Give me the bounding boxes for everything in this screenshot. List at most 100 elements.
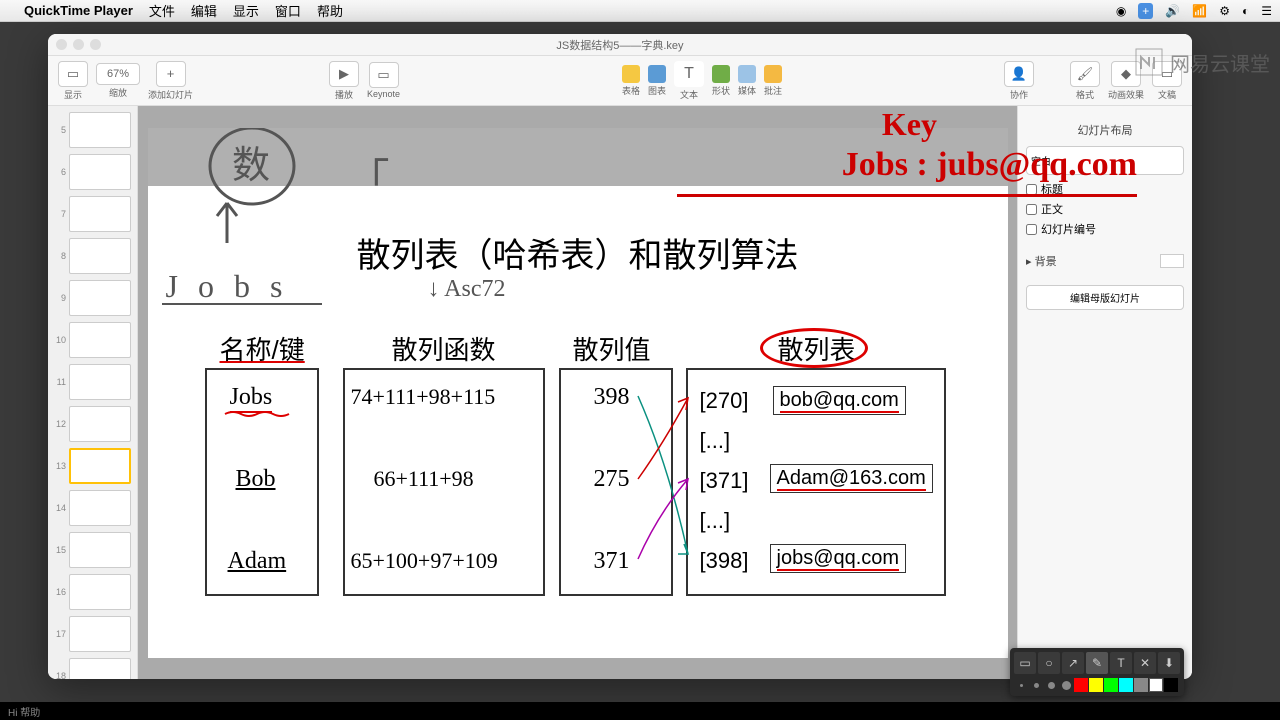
name-adam: Adam <box>228 548 287 575</box>
menu-view[interactable]: 显示 <box>233 1 259 20</box>
slide-thumb-11[interactable] <box>69 364 131 400</box>
traffic-lights <box>56 39 101 50</box>
menubar: QuickTime Player 文件 编辑 显示 窗口 帮助 ◉ + 🔊 📶 … <box>0 0 1280 22</box>
bg-swatch[interactable] <box>1160 254 1184 268</box>
comment-button[interactable] <box>764 65 782 83</box>
idx-0: [270] <box>700 388 749 414</box>
email-0: bob@qq.com <box>773 386 906 415</box>
clock-icon[interactable]: ◐ <box>1242 4 1249 18</box>
color-red[interactable] <box>1074 678 1088 692</box>
color-black[interactable] <box>1164 678 1178 692</box>
main-area: 5 6 7 8 9 10 11 12 13 14 15 16 17 18 <box>48 106 1192 679</box>
table-button[interactable] <box>622 65 640 83</box>
menu-help[interactable]: 帮助 <box>317 1 343 20</box>
slide-thumb-10[interactable] <box>69 322 131 358</box>
col-head-hash: 散列值 <box>573 330 651 367</box>
annotation-toolbar[interactable]: ▭ ○ ↗ ✎ T ✕ ⬇ <box>1010 648 1184 696</box>
search-icon[interactable]: ☰ <box>1261 4 1272 18</box>
idx-4: [398] <box>700 548 749 574</box>
handwriting-jobs: J o b s <box>166 268 289 305</box>
color-cyan[interactable] <box>1119 678 1133 692</box>
menubar-right: ◉ + 🔊 📶 ⚙ ◐ ☰ <box>1116 3 1272 19</box>
media-button[interactable] <box>738 65 756 83</box>
slide-thumb-12[interactable] <box>69 406 131 442</box>
watermark: 网易云课堂 <box>1134 47 1270 77</box>
keynote-window: JS数据结构5——字典.key ▭显示 67%缩放 +添加幻灯片 ▶播放 ▭Ke… <box>48 34 1192 679</box>
record-icon[interactable]: ◉ <box>1116 4 1126 18</box>
text-button[interactable]: T <box>674 61 704 87</box>
func-0: 74+111+98+115 <box>351 384 496 410</box>
size-m[interactable] <box>1044 678 1058 692</box>
edit-master-button[interactable]: 编辑母版幻灯片 <box>1026 285 1184 310</box>
close-button[interactable] <box>56 39 67 50</box>
handwriting-red-line <box>677 194 1137 197</box>
slide-thumb-7[interactable] <box>69 196 131 232</box>
save-tool[interactable]: ⬇ <box>1158 652 1180 674</box>
chk-number[interactable] <box>1026 224 1037 235</box>
col-head-name: 名称/键 <box>220 330 305 367</box>
handwriting-ascii: ↓ Asc72 <box>428 276 506 303</box>
slide-thumb-18[interactable] <box>69 658 131 679</box>
titlebar: JS数据结构5——字典.key <box>48 34 1192 56</box>
hash-1: 275 <box>594 466 630 493</box>
color-yellow[interactable] <box>1089 678 1103 692</box>
hash-0: 398 <box>594 384 630 411</box>
plus-icon[interactable]: + <box>1138 3 1153 19</box>
handwriting-underline <box>162 303 322 305</box>
text-tool[interactable]: T <box>1110 652 1132 674</box>
add-slide-button[interactable]: + <box>156 61 186 87</box>
func-2: 65+100+97+109 <box>351 548 498 574</box>
chk-body[interactable] <box>1026 204 1037 215</box>
shape-button[interactable] <box>712 65 730 83</box>
color-gray[interactable] <box>1134 678 1148 692</box>
bluetooth-icon[interactable]: ⚙ <box>1219 4 1230 18</box>
arrow-tool[interactable]: ↗ <box>1062 652 1084 674</box>
collab-button[interactable]: 👤 <box>1004 61 1034 87</box>
window-title: JS数据结构5——字典.key <box>556 37 683 53</box>
menu-window[interactable]: 窗口 <box>275 1 301 20</box>
chk-title[interactable] <box>1026 184 1037 195</box>
slide-thumb-9[interactable] <box>69 280 131 316</box>
menu-edit[interactable]: 编辑 <box>191 1 217 20</box>
slide-thumb-16[interactable] <box>69 574 131 610</box>
circle-tool[interactable]: ○ <box>1038 652 1060 674</box>
close-tool[interactable]: ✕ <box>1134 652 1156 674</box>
volume-icon[interactable]: 📶 <box>1192 4 1207 18</box>
rect-tool[interactable]: ▭ <box>1014 652 1036 674</box>
format-button[interactable]: 🖌 <box>1070 61 1100 87</box>
email-1: Adam@163.com <box>770 464 933 493</box>
idx-3: [...] <box>700 508 731 534</box>
inspector: 幻灯片布局 空白 标题 正文 幻灯片编号 ▸ 背景 编辑母版幻灯片 <box>1017 106 1192 679</box>
slide-thumb-14[interactable] <box>69 490 131 526</box>
chart-button[interactable] <box>648 65 666 83</box>
app-name[interactable]: QuickTime Player <box>24 3 133 18</box>
slide-thumb-5[interactable] <box>69 112 131 148</box>
pen-tool[interactable]: ✎ <box>1086 652 1108 674</box>
thumbnail-panel[interactable]: 5 6 7 8 9 10 11 12 13 14 15 16 17 18 <box>48 106 138 679</box>
view-button[interactable]: ▭ <box>58 61 88 87</box>
footer: Hi 帮助 <box>0 702 1280 720</box>
size-s[interactable] <box>1029 678 1043 692</box>
color-green[interactable] <box>1104 678 1118 692</box>
play-button[interactable]: ▶ <box>329 61 359 87</box>
slide-thumb-15[interactable] <box>69 532 131 568</box>
name-jobs: Jobs <box>230 384 273 413</box>
wifi-icon[interactable]: 🔊 <box>1165 4 1180 18</box>
col-head-func: 散列函数 <box>392 330 496 367</box>
slide-thumb-6[interactable] <box>69 154 131 190</box>
color-white[interactable] <box>1149 678 1163 692</box>
desktop: JS数据结构5——字典.key ▭显示 67%缩放 +添加幻灯片 ▶播放 ▭Ke… <box>0 22 1280 720</box>
size-xs[interactable] <box>1014 678 1028 692</box>
zoom-button[interactable] <box>90 39 101 50</box>
size-l[interactable] <box>1059 678 1073 692</box>
minimize-button[interactable] <box>73 39 84 50</box>
keynote-button[interactable]: ▭ <box>369 62 399 88</box>
canvas[interactable]: 数 「 散列表（哈希表）和散列算法 J o b s ↓ Asc72 名称/键 散… <box>138 106 1017 679</box>
slide-thumb-13[interactable] <box>69 448 131 484</box>
zoom-select[interactable]: 67% <box>96 63 140 85</box>
slide-thumb-17[interactable] <box>69 616 131 652</box>
slide-thumb-8[interactable] <box>69 238 131 274</box>
handwriting-jobs-email: Jobs : jubs@qq.com <box>842 146 1137 184</box>
slide[interactable]: 数 「 散列表（哈希表）和散列算法 J o b s ↓ Asc72 名称/键 散… <box>148 128 1008 658</box>
menu-file[interactable]: 文件 <box>149 1 175 20</box>
